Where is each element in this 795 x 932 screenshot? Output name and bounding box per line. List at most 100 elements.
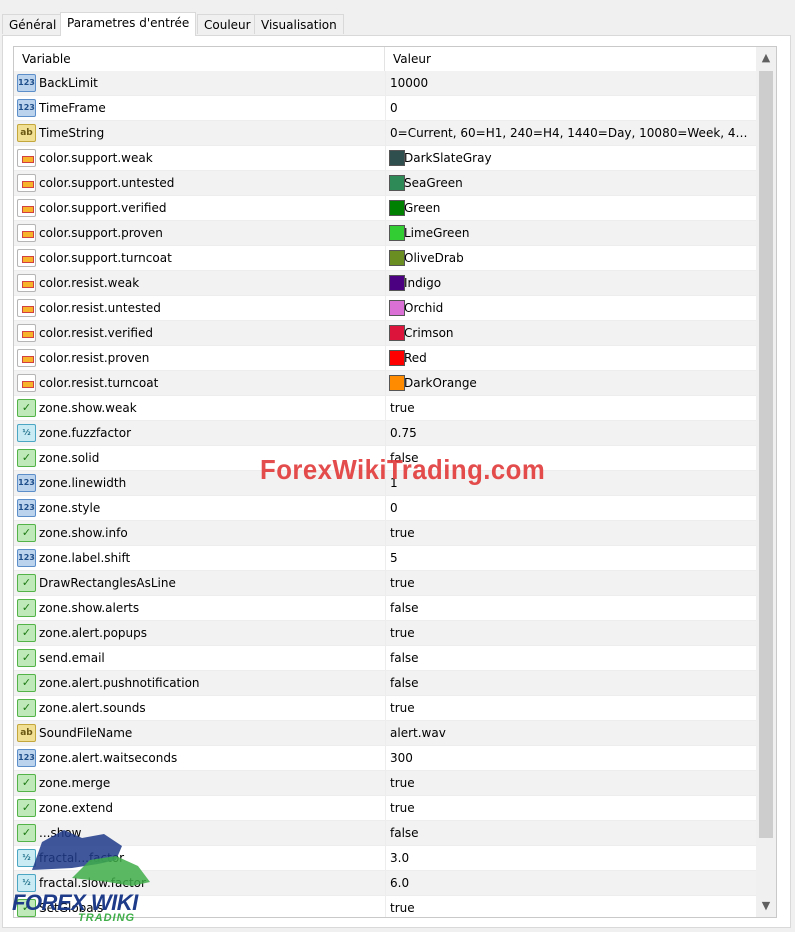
color-swatch[interactable]	[389, 325, 405, 341]
scroll-down-icon[interactable]: ▼	[756, 897, 776, 915]
table-row[interactable]: 123 zone.linewidth 1	[14, 471, 756, 496]
vertical-scrollbar[interactable]: ▲ ▼	[756, 47, 776, 917]
table-row[interactable]: color.support.untested SeaGreen	[14, 171, 756, 196]
color-swatch[interactable]	[389, 300, 405, 316]
parameter-value-cell[interactable]: 5	[385, 546, 756, 570]
parameter-value-cell[interactable]: 0	[385, 96, 756, 120]
color-swatch[interactable]	[389, 200, 405, 216]
parameter-value-cell[interactable]: LimeGreen	[385, 221, 756, 245]
parameter-value-cell[interactable]: DarkOrange	[385, 371, 756, 395]
color-swatch[interactable]	[389, 150, 405, 166]
table-row[interactable]: ✓ zone.merge true	[14, 771, 756, 796]
parameter-name: zone.alert.pushnotification	[39, 676, 200, 690]
table-row[interactable]: ½ zone.fuzzfactor 0.75	[14, 421, 756, 446]
table-row[interactable]: color.support.proven LimeGreen	[14, 221, 756, 246]
parameter-value-cell[interactable]: Orchid	[385, 296, 756, 320]
parameter-name: fractal.slow.factor	[39, 876, 146, 890]
table-row[interactable]: ✓ zone.show.weak true	[14, 396, 756, 421]
table-row[interactable]: ✓ zone.alert.sounds true	[14, 696, 756, 721]
table-row[interactable]: ✓ ...show false	[14, 821, 756, 846]
parameter-name: zone.merge	[39, 776, 111, 790]
color-swatch[interactable]	[389, 275, 405, 291]
parameter-value-cell[interactable]: Crimson	[385, 321, 756, 345]
table-row[interactable]: color.support.turncoat OliveDrab	[14, 246, 756, 271]
table-row[interactable]: 123 TimeFrame 0	[14, 96, 756, 121]
color-icon	[17, 199, 36, 217]
color-swatch[interactable]	[389, 225, 405, 241]
parameter-value: true	[390, 576, 415, 590]
parameter-name: zone.solid	[39, 451, 100, 465]
parameter-value-cell[interactable]: true	[385, 696, 756, 720]
parameter-value-cell[interactable]: false	[385, 821, 756, 845]
table-row[interactable]: ab SoundFileName alert.wav	[14, 721, 756, 746]
table-row[interactable]: color.resist.verified Crimson	[14, 321, 756, 346]
parameter-value-cell[interactable]: Green	[385, 196, 756, 220]
parameter-value-cell[interactable]: 0=Current, 60=H1, 240=H4, 1440=Day, 1008…	[385, 121, 756, 145]
parameter-name: zone.alert.popups	[39, 626, 148, 640]
table-row[interactable]: ½ fractal...factor 3.0	[14, 846, 756, 871]
table-row[interactable]: ✓ send.email false	[14, 646, 756, 671]
parameter-value-cell[interactable]: true	[385, 571, 756, 595]
scroll-up-icon[interactable]: ▲	[756, 49, 776, 67]
table-row[interactable]: ✓ zone.show.alerts false	[14, 596, 756, 621]
parameter-value-cell[interactable]: true	[385, 771, 756, 795]
table-row[interactable]: 123 BackLimit 10000	[14, 71, 756, 96]
color-swatch[interactable]	[389, 350, 405, 366]
parameter-value-cell[interactable]: true	[385, 796, 756, 820]
color-swatch[interactable]	[389, 175, 405, 191]
parameter-value-cell[interactable]: SeaGreen	[385, 171, 756, 195]
table-row[interactable]: ✓ zone.solid false	[14, 446, 756, 471]
parameter-value-cell[interactable]: Red	[385, 346, 756, 370]
scrollbar-thumb[interactable]	[759, 71, 773, 838]
table-row[interactable]: 123 zone.label.shift 5	[14, 546, 756, 571]
table-row[interactable]: ✓ DrawRectanglesAsLine true	[14, 571, 756, 596]
color-swatch[interactable]	[389, 250, 405, 266]
color-swatch[interactable]	[389, 375, 405, 391]
parameter-value-cell[interactable]: true	[385, 396, 756, 420]
parameter-value-cell[interactable]: false	[385, 446, 756, 470]
parameter-value-cell[interactable]: DarkSlateGray	[385, 146, 756, 170]
parameter-value-cell[interactable]: false	[385, 596, 756, 620]
tab-color[interactable]: Couleur	[197, 14, 258, 34]
parameter-value-cell[interactable]: 1	[385, 471, 756, 495]
parameter-value-cell[interactable]: 0.75	[385, 421, 756, 445]
color-icon	[17, 349, 36, 367]
tab-input-parameters[interactable]: Parametres d'entrée	[60, 12, 197, 36]
table-row[interactable]: color.support.verified Green	[14, 196, 756, 221]
parameter-value-cell[interactable]: 0	[385, 496, 756, 520]
parameter-value-cell[interactable]: true	[385, 896, 756, 917]
parameter-value-cell[interactable]: false	[385, 671, 756, 695]
parameter-value-cell[interactable]: 6.0	[385, 871, 756, 895]
table-row[interactable]: 123 zone.alert.waitseconds 300	[14, 746, 756, 771]
parameter-value-cell[interactable]: true	[385, 521, 756, 545]
table-row[interactable]: color.resist.weak Indigo	[14, 271, 756, 296]
parameter-value-cell[interactable]: true	[385, 621, 756, 645]
table-row[interactable]: color.resist.turncoat DarkOrange	[14, 371, 756, 396]
integer-icon: 123	[17, 499, 36, 517]
parameter-value-cell[interactable]: 10000	[385, 71, 756, 95]
parameter-value-cell[interactable]: 300	[385, 746, 756, 770]
table-row[interactable]: ½ fractal.slow.factor 6.0	[14, 871, 756, 896]
table-row[interactable]: ✓ SetGlobals true	[14, 896, 756, 917]
table-row[interactable]: ✓ zone.alert.popups true	[14, 621, 756, 646]
tab-visualisation[interactable]: Visualisation	[254, 14, 344, 34]
table-row[interactable]: ✓ zone.alert.pushnotification false	[14, 671, 756, 696]
column-header-value[interactable]: Valeur	[385, 47, 756, 71]
column-header-variable[interactable]: Variable	[14, 47, 385, 71]
parameter-value: false	[390, 826, 419, 840]
parameter-value-cell[interactable]: alert.wav	[385, 721, 756, 745]
tab-general[interactable]: Général	[2, 14, 64, 34]
parameter-value-cell[interactable]: OliveDrab	[385, 246, 756, 270]
table-row[interactable]: ab TimeString 0=Current, 60=H1, 240=H4, 14…	[14, 121, 756, 146]
parameter-value-cell[interactable]: 3.0	[385, 846, 756, 870]
parameter-value-cell[interactable]: false	[385, 646, 756, 670]
table-row[interactable]: ✓ zone.extend true	[14, 796, 756, 821]
table-row[interactable]: color.resist.untested Orchid	[14, 296, 756, 321]
table-row[interactable]: color.resist.proven Red	[14, 346, 756, 371]
table-row[interactable]: 123 zone.style 0	[14, 496, 756, 521]
table-row[interactable]: color.support.weak DarkSlateGray	[14, 146, 756, 171]
parameter-value: true	[390, 526, 415, 540]
table-row[interactable]: ✓ zone.show.info true	[14, 521, 756, 546]
parameter-value: true	[390, 776, 415, 790]
parameter-value-cell[interactable]: Indigo	[385, 271, 756, 295]
